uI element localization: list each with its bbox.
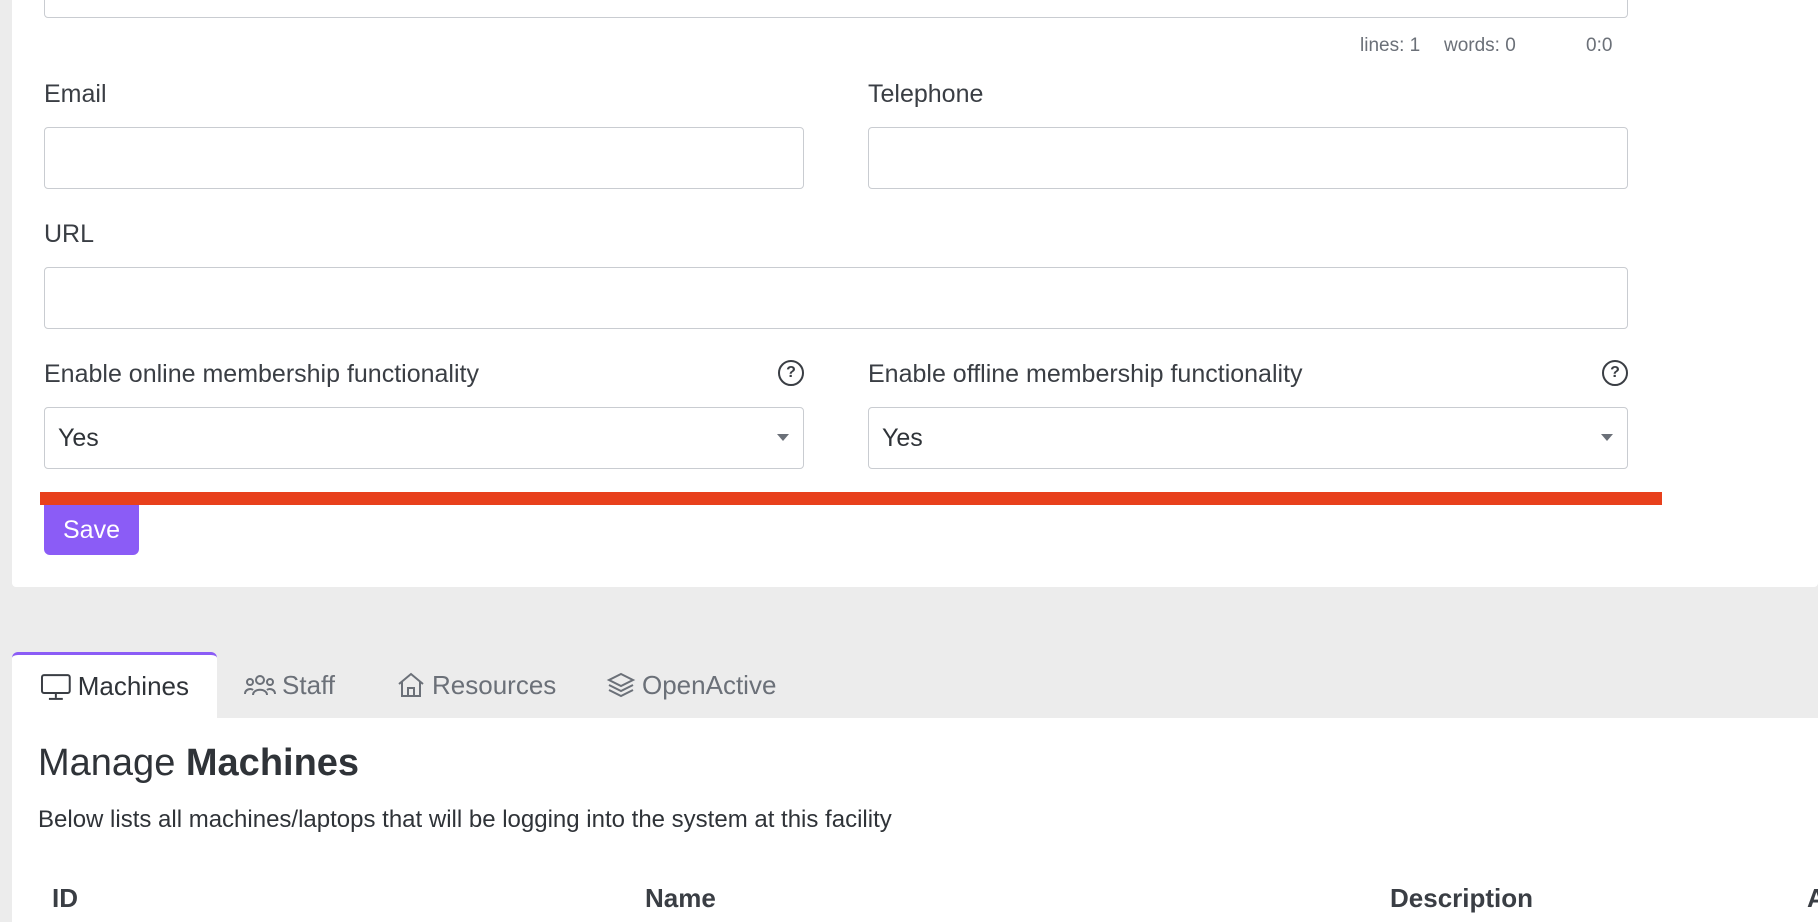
monitor-icon <box>40 673 71 700</box>
word-count: words: 0 <box>1444 35 1516 56</box>
people-icon <box>244 675 276 696</box>
description-textarea-edge[interactable] <box>44 0 1628 18</box>
online-membership-select[interactable]: Yes <box>44 407 804 469</box>
tab-machines-label: Machines <box>77 671 189 701</box>
tab-resources[interactable]: Resources <box>396 652 556 718</box>
column-header-description[interactable]: Description <box>1390 883 1533 914</box>
offline-membership-value: Yes <box>882 423 923 452</box>
tab-staff[interactable]: Staff <box>244 652 335 718</box>
highlight-bar <box>40 492 1662 505</box>
chevron-down-icon <box>777 434 789 441</box>
tab-resources-label: Resources <box>432 669 557 700</box>
online-membership-value: Yes <box>58 423 99 452</box>
telephone-field[interactable] <box>868 127 1628 189</box>
online-membership-label: Enable online membership functionality <box>44 360 479 388</box>
column-header-a[interactable]: A <box>1807 883 1818 914</box>
cursor-position: 0:0 <box>1586 35 1613 56</box>
email-field[interactable] <box>44 127 804 189</box>
machines-panel: Manage Machines Below lists all machines… <box>12 718 1818 922</box>
tab-openactive-label: OpenActive <box>642 669 777 700</box>
url-field[interactable] <box>44 267 1628 329</box>
online-membership-help-icon[interactable]: ? <box>778 360 804 386</box>
page-title: Manage Machines <box>38 742 360 784</box>
offline-membership-select[interactable]: Yes <box>868 407 1628 469</box>
column-header-id[interactable]: ID <box>52 883 78 914</box>
offline-membership-help-icon[interactable]: ? <box>1602 360 1628 386</box>
column-header-name[interactable]: Name <box>645 883 716 914</box>
chevron-down-icon <box>1601 434 1613 441</box>
page-subtitle: Below lists all machines/laptops that wi… <box>38 806 892 833</box>
tab-openactive[interactable]: OpenActive <box>606 652 776 718</box>
tab-bar: Machines Staff Resources OpenActive <box>12 652 1818 718</box>
email-label: Email <box>44 80 107 108</box>
layers-icon <box>606 672 636 698</box>
url-label: URL <box>44 220 95 248</box>
line-count: lines: 1 <box>1360 35 1421 56</box>
telephone-label: Telephone <box>868 80 984 108</box>
offline-membership-label: Enable offline membership functionality <box>868 360 1303 388</box>
tab-machines[interactable]: Machines <box>12 652 217 718</box>
tab-staff-label: Staff <box>282 669 336 700</box>
house-icon <box>398 672 424 697</box>
